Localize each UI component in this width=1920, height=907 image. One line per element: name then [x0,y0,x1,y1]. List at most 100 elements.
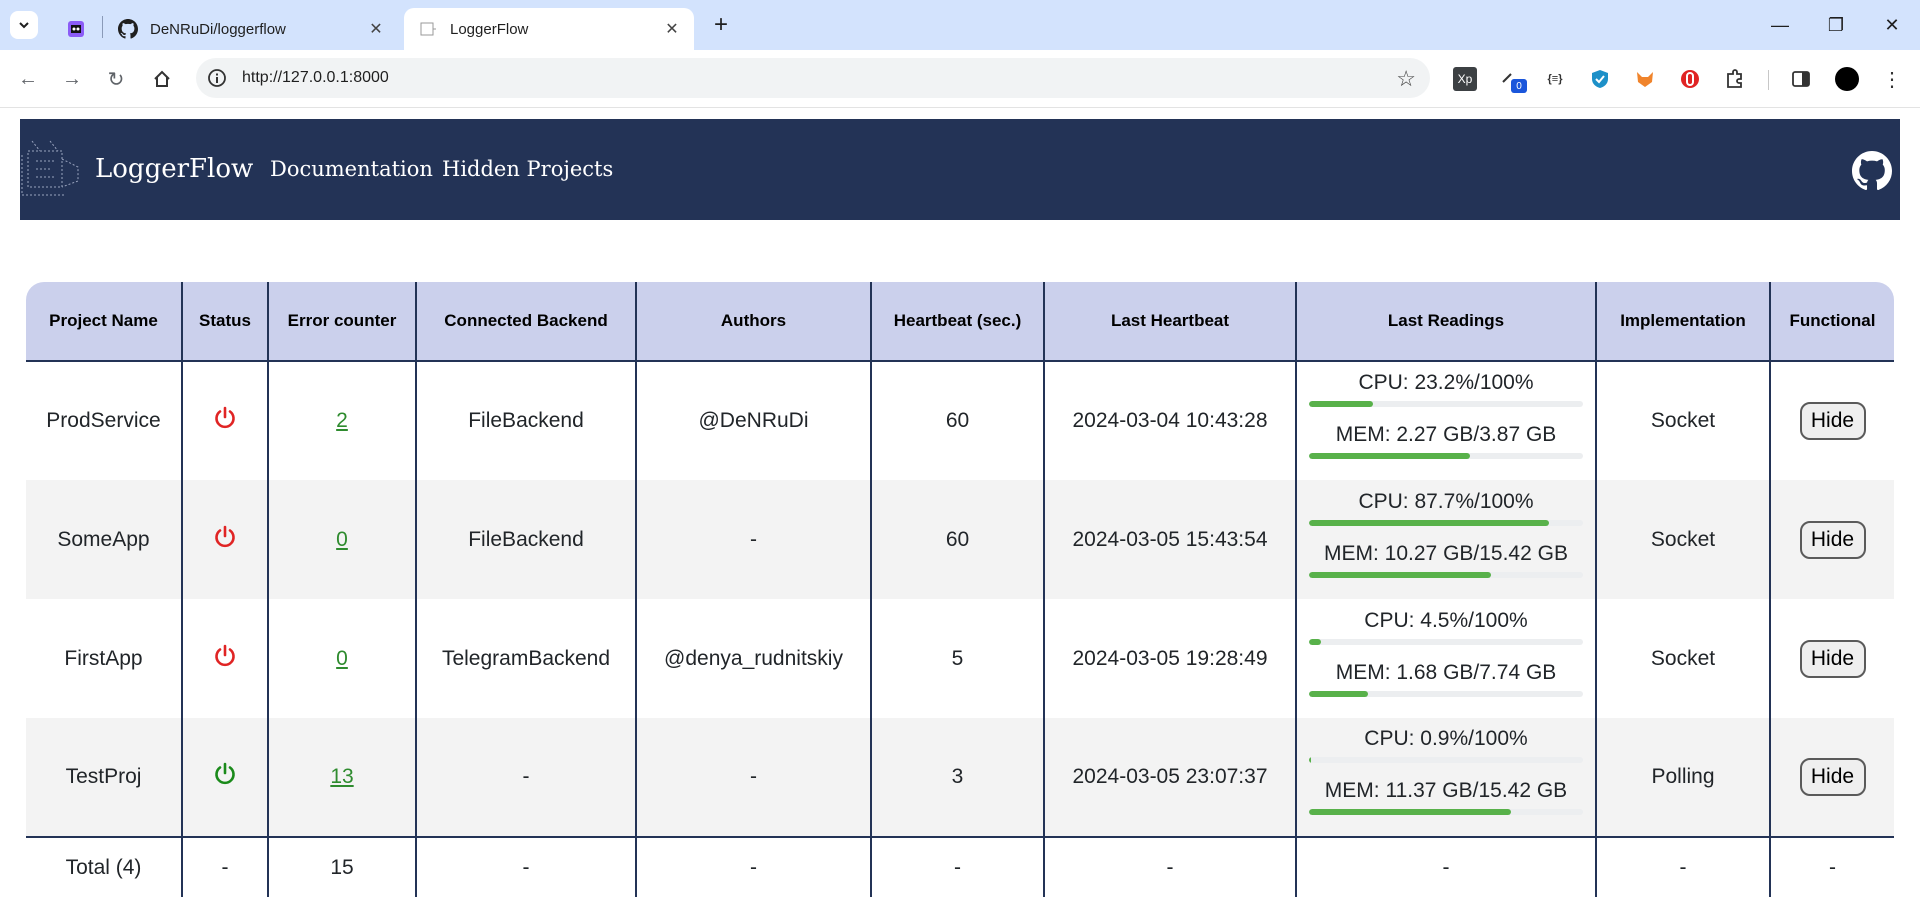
mem-reading: MEM: 10.27 GB/15.42 GB [1324,541,1568,565]
power-icon [212,524,238,550]
cpu-reading: CPU: 23.2%/100% [1358,371,1534,394]
error-count-link[interactable]: 0 [336,647,348,670]
col-header-status: Status [181,282,268,362]
heartbeat-cell: 5 [870,599,1044,718]
cpu-reading: CPU: 87.7%/100% [1358,489,1534,513]
hide-button[interactable]: Hide [1799,639,1866,678]
error-count-link[interactable]: 0 [336,528,348,551]
functional-cell: Hide [1769,361,1894,480]
table-row: ProdService 2 FileBackend @DeNRuDi 60 20… [26,361,1894,480]
reload-icon[interactable]: ↻ [100,63,132,95]
authors-cell: - [635,480,871,599]
total-last-heartbeat: - [1043,837,1296,897]
fox-icon[interactable] [1631,65,1659,93]
readings-cell: CPU: 0.9%/100% MEM: 11.37 GB/15.42 GB [1295,718,1596,837]
home-icon[interactable] [146,63,178,95]
implementation-cell: Socket [1595,361,1770,480]
profile-avatar[interactable] [1833,65,1861,93]
shield-icon[interactable] [1586,65,1614,93]
error-count-link[interactable]: 13 [330,765,353,788]
github-icon[interactable] [1852,151,1892,191]
hide-button[interactable]: Hide [1799,758,1866,796]
github-icon [118,19,138,39]
xpath-extension-icon[interactable]: Xp [1451,65,1479,93]
json-viewer-extension-icon[interactable]: {≡} [1541,65,1569,93]
cpu-progress-bar [1309,401,1583,407]
browser-toolbar: ← → ↻ http://127.0.0.1:8000 ☆ Xp 0 {≡} ⋮ [0,50,1920,108]
implementation-cell: Socket [1595,480,1770,599]
total-label: Total (4) [65,855,142,879]
total-heartbeat: - [870,837,1044,897]
status-cell [181,718,268,837]
backend-cell: - [415,718,636,837]
authors-cell: - [635,718,871,837]
nav-documentation[interactable]: Documentation [270,157,433,181]
mem-reading: MEM: 2.27 GB/3.87 GB [1335,423,1557,446]
cpu-reading: CPU: 0.9%/100% [1364,727,1528,750]
cpu-progress-bar [1309,519,1583,526]
error-count-link[interactable]: 2 [336,409,348,432]
authors-cell: @denya_rudnitskiy [635,599,871,718]
last-heartbeat-cell: 2024-03-05 19:28:49 [1043,599,1296,718]
address-bar[interactable]: http://127.0.0.1:8000 ☆ [196,58,1430,98]
app-favicon-icon [66,19,86,39]
project-name: FirstApp [64,646,143,670]
error-counter-cell: 13 [267,718,416,837]
extension-badge: 0 [1511,79,1527,93]
error-counter-cell: 2 [267,361,416,480]
red-extension-icon[interactable] [1676,65,1704,93]
mem-progress-bar [1309,809,1583,815]
hide-button[interactable]: Hide [1799,402,1866,440]
mem-progress-bar [1309,571,1583,578]
more-menu-icon[interactable]: ⋮ [1878,65,1906,93]
tab-separator [102,16,103,38]
close-icon[interactable]: ✕ [660,17,684,41]
total-status: - [181,837,268,897]
col-header-last-heartbeat: Last Heartbeat [1043,282,1296,362]
close-window-icon[interactable]: ✕ [1864,0,1920,50]
cpu-progress-fill [1309,401,1373,407]
nav-hidden-projects[interactable]: Hidden Projects [442,157,613,181]
brand-name[interactable]: LoggerFlow [95,154,253,184]
puzzle-icon[interactable] [1721,65,1749,93]
tab-pinned[interactable] [62,8,88,50]
backend-cell: TelegramBackend [415,599,636,718]
cpu-reading: CPU: 4.5%/100% [1364,608,1528,632]
heartbeat-cell: 60 [870,361,1044,480]
error-counter-cell: 0 [267,480,416,599]
mem-progress-fill [1309,809,1511,815]
table-total-row: Total (4) - 15 - - - - - - - [26,837,1894,897]
functional-cell: Hide [1769,599,1894,718]
bookmark-star-icon[interactable]: ☆ [1396,66,1416,92]
toolbar-divider [1768,70,1769,90]
tab-github[interactable]: DeNRuDi/loggerflow ✕ [104,8,398,50]
functional-cell: Hide [1769,480,1894,599]
tab-loggerflow[interactable]: LoggerFlow ✕ [404,8,694,50]
total-functional: - [1769,837,1894,897]
loggerflow-logo-icon[interactable] [20,137,86,201]
close-icon[interactable]: ✕ [364,17,388,41]
mem-reading: MEM: 1.68 GB/7.74 GB [1335,660,1557,684]
status-cell [181,361,268,480]
power-icon [212,405,238,431]
restore-icon[interactable]: ❐ [1808,0,1864,50]
new-tab-button[interactable]: + [708,11,734,38]
mem-progress-fill [1309,690,1369,697]
tab-title: LoggerFlow [450,20,529,38]
back-icon[interactable]: ← [12,63,44,95]
side-panel-icon[interactable] [1787,65,1815,93]
mem-progress-fill [1309,571,1492,578]
total-readings: - [1295,837,1596,897]
hide-button[interactable]: Hide [1799,520,1866,559]
power-icon [212,643,238,669]
site-info-icon[interactable] [206,67,228,89]
projects-table-container: Project Name Status Error counter Connec… [26,282,1894,897]
minimize-icon[interactable]: — [1752,0,1808,50]
browser-tab-bar: DeNRuDi/loggerflow ✕ LoggerFlow ✕ + — ❐ … [0,0,1920,50]
tab-search-button[interactable] [10,11,38,39]
forward-icon[interactable]: → [56,63,88,95]
total-backend: - [415,837,636,897]
extension-with-badge-icon[interactable]: 0 [1497,65,1527,93]
mem-progress-bar [1309,453,1583,459]
col-header-project-name: Project Name [26,282,182,362]
